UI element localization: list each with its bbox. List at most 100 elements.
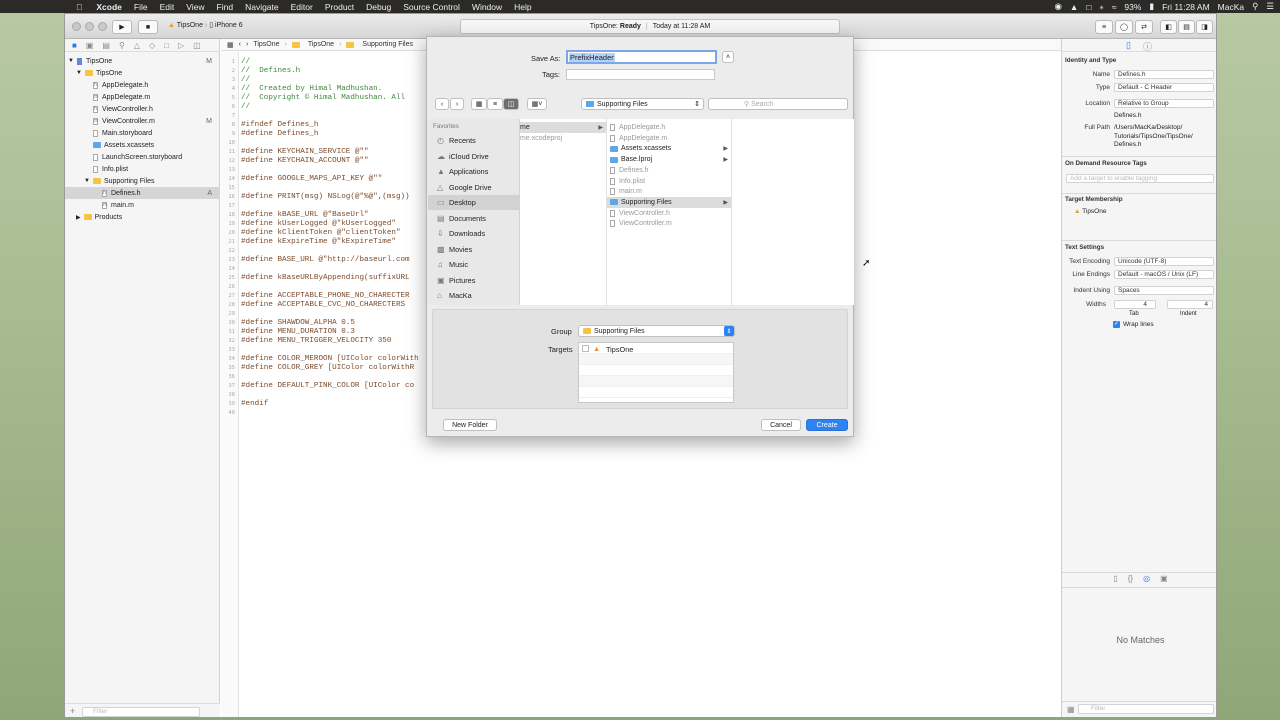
browser-item[interactable]: ViewController.h	[607, 208, 731, 219]
menu-help[interactable]: Help	[508, 2, 537, 12]
nav-row-file[interactable]: Main.storyboard	[65, 127, 220, 139]
code-line[interactable]: #define MENU_TRIGGER_VELOCITY 350	[241, 337, 391, 346]
menu-source-control[interactable]: Source Control	[397, 2, 466, 12]
list-view-button[interactable]: ≡	[487, 98, 503, 110]
code-line[interactable]: #define PRINT(msg) NSLog(@"%@",(msg))	[241, 193, 410, 202]
favorite-item[interactable]: ◴ Recents	[428, 133, 520, 148]
code-line[interactable]: #endif	[241, 400, 268, 409]
filter-input[interactable]: Filter	[82, 707, 200, 717]
code-line[interactable]: #define ACCEPTABLE_PHONE_NO_CHARECTER	[241, 292, 410, 301]
toggle-inspector-button[interactable]: ◨	[1196, 20, 1213, 34]
file-inspector-icon[interactable]: ▯	[1126, 40, 1131, 51]
column-view-button[interactable]: ◫	[503, 98, 519, 110]
favorite-item[interactable]: ▤ Documents	[428, 211, 520, 226]
code-line[interactable]: // Created by Himal Madhushan.	[241, 85, 382, 94]
code-line[interactable]: #define Defines_h	[241, 130, 318, 139]
code-line[interactable]: #define SHAWDOW_ALPHA 0.5	[241, 319, 355, 328]
browser-item[interactable]: Assets.xcassets ▶	[607, 143, 731, 154]
nav-row-group[interactable]: ▼ TipsOne	[65, 67, 220, 79]
stop-button[interactable]: ■	[138, 20, 158, 34]
odr-tags-field[interactable]: Add a target to enable tagging	[1066, 174, 1214, 183]
code-line[interactable]: #define COLOR_MEROON [UIColor colorWith	[241, 355, 419, 364]
icon-view-button[interactable]: ▦	[471, 98, 487, 110]
tab-width-field[interactable]: 4	[1114, 300, 1156, 309]
browser-item[interactable]: Info.plist	[607, 176, 731, 187]
favorite-item[interactable]: ▲ Applications	[428, 164, 520, 179]
version-editor-button[interactable]: ⇄	[1135, 20, 1153, 34]
battery-percent[interactable]: 93%	[1124, 2, 1141, 12]
favorite-item[interactable]: ⌂ MacKa	[428, 288, 520, 303]
tags-field[interactable]	[566, 69, 715, 80]
run-button[interactable]: ▶	[112, 20, 132, 34]
toggle-navigator-button[interactable]: ◧	[1160, 20, 1177, 34]
clock[interactable]: Fri 11:28 AM	[1162, 2, 1210, 12]
favorite-item[interactable]: ☁ iCloud Drive	[428, 149, 520, 164]
code-line[interactable]: #define kExpireTime @"kExpireTime"	[241, 238, 396, 247]
nav-row-file[interactable]: m AppDelegate.m	[65, 91, 220, 103]
favorite-item[interactable]: △ Google Drive	[428, 180, 520, 195]
grid-view-icon[interactable]: ▦	[1067, 705, 1075, 714]
favorite-item[interactable]: ⇩ Downloads	[428, 226, 520, 241]
saveas-field[interactable]: PrefixHeader	[566, 50, 717, 64]
minimize-window-button[interactable]	[85, 22, 94, 31]
warning-icon[interactable]: △	[134, 41, 140, 50]
menu-debug[interactable]: Debug	[360, 2, 397, 12]
test-icon[interactable]: ◇	[149, 41, 155, 50]
group-popup[interactable]: Supporting Files ⇕	[578, 325, 735, 337]
notification-center-icon[interactable]: ☰	[1266, 1, 1274, 12]
indent-using-select[interactable]: Spaces	[1114, 286, 1214, 295]
breakpoint-icon[interactable]: ▷	[178, 41, 184, 50]
menu-find[interactable]: Find	[211, 2, 240, 12]
code-line[interactable]: // Defines.h	[241, 67, 300, 76]
jump-crumb[interactable]: TipsOne	[308, 41, 334, 48]
indent-width-field[interactable]: 4	[1167, 300, 1213, 309]
nav-row-file[interactable]: m main.m	[65, 199, 220, 211]
close-window-button[interactable]	[72, 22, 81, 31]
spotlight-icon[interactable]: ⚲	[1252, 1, 1258, 12]
standard-editor-button[interactable]: ≡	[1095, 20, 1113, 34]
source-control-icon[interactable]: ▣	[86, 41, 94, 50]
menu-editor[interactable]: Editor	[285, 2, 319, 12]
code-line[interactable]: #define kClientToken @"clientToken"	[241, 229, 401, 238]
nav-row-group[interactable]: ▼ Supporting Files	[65, 175, 220, 187]
report-icon[interactable]: ◫	[193, 41, 201, 50]
browser-item[interactable]: AppDelegate.h	[607, 122, 731, 133]
back-button[interactable]: ‹	[435, 98, 449, 110]
code-line[interactable]: //	[241, 76, 250, 85]
nav-row-file[interactable]: LaunchScreen.storyboard	[65, 151, 220, 163]
debug-icon[interactable]: □	[164, 41, 169, 50]
jump-crumb[interactable]: TipsOne	[253, 41, 279, 48]
menu-view[interactable]: View	[180, 2, 210, 12]
browser-item[interactable]: Supporting Files ▶	[607, 196, 731, 208]
code-line[interactable]: #define DEFAULT_PINK_COLOR [UIColor co	[241, 382, 414, 391]
location-select[interactable]: Relative to Group	[1114, 99, 1214, 108]
scheme-selector[interactable]: ▲ TipsOne › ▯ iPhone 6	[168, 21, 243, 29]
encoding-select[interactable]: Unicode (UTF-8)	[1114, 257, 1214, 266]
menu-file[interactable]: File	[128, 2, 154, 12]
code-line[interactable]: #define kUserLogged @"kUserLogged"	[241, 220, 396, 229]
forward-icon[interactable]: ›	[246, 41, 248, 48]
menu-navigate[interactable]: Navigate	[239, 2, 285, 12]
arrange-button[interactable]: ▦˅	[527, 98, 547, 110]
nav-row-file[interactable]: h AppDelegate.h	[65, 79, 220, 91]
code-line[interactable]: #define kBASE_URL @"BaseUrl"	[241, 211, 369, 220]
file-template-icon[interactable]: ▯	[1113, 574, 1117, 586]
code-snippet-icon[interactable]: {}	[1128, 574, 1133, 586]
browser-item[interactable]: Base.lproj ▶	[607, 154, 731, 165]
menu-window[interactable]: Window	[466, 2, 508, 12]
code-line[interactable]: #define BASE_URL @"http://baseurl.com	[241, 256, 410, 265]
menu-app-name[interactable]: Xcode	[90, 2, 128, 12]
code-line[interactable]: //	[241, 103, 250, 112]
nav-row-file[interactable]: Info.plist	[65, 163, 220, 175]
assistant-editor-button[interactable]: ◯	[1115, 20, 1133, 34]
menu-product[interactable]: Product	[319, 2, 360, 12]
target-checkbox[interactable]	[582, 345, 589, 352]
code-line[interactable]: #define KEYCHAIN_SERVICE @""	[241, 148, 369, 157]
back-icon[interactable]: ‹	[239, 41, 241, 48]
nav-row-group[interactable]: ▶ Products	[65, 211, 220, 223]
target-row[interactable]: ▲ TipsOne	[579, 343, 733, 354]
browser-item[interactable]: me.xcodeproj	[520, 133, 606, 144]
related-items-icon[interactable]: ▦	[227, 41, 234, 49]
create-button[interactable]: Create	[806, 419, 848, 431]
nav-row-file[interactable]: Assets.xcassets	[65, 139, 220, 151]
